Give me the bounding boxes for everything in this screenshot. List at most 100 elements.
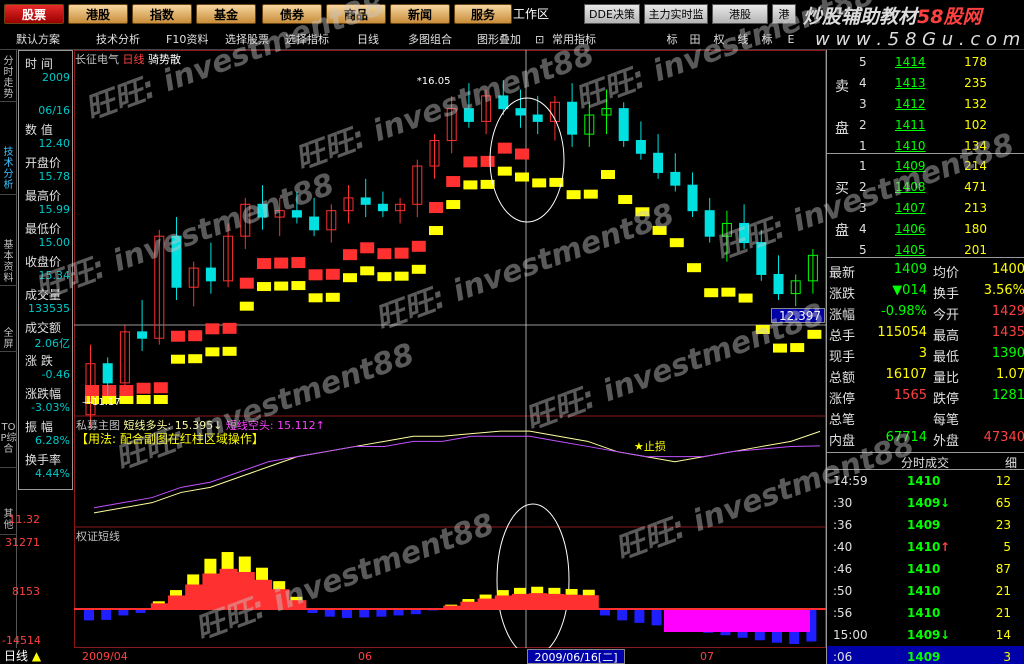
chart-canvas[interactable]: *16.05 —11.17 ★止损 xyxy=(74,50,826,648)
sell-volume: 132 xyxy=(964,97,987,111)
ladder-red-step xyxy=(205,323,220,335)
tick-volume: 14 xyxy=(995,628,1011,642)
e-icon[interactable]: E xyxy=(782,31,800,48)
candle-body xyxy=(377,203,388,212)
tick-row[interactable]: :40 1410 ↑ 5 xyxy=(827,536,1024,558)
buy-row[interactable]: 1 1409 214 xyxy=(827,156,1024,176)
stat-key: 均价 xyxy=(933,266,960,281)
ladder-red-step xyxy=(257,258,271,270)
ladder-red-step xyxy=(119,385,134,396)
sell-row[interactable]: 3 1412 132 xyxy=(827,94,1024,114)
ladder-yellow-step xyxy=(755,324,770,334)
info-value: 2009 xyxy=(42,71,70,84)
nav-news-button[interactable]: 新闻 xyxy=(390,4,450,24)
nav-stock-button[interactable]: 股票 xyxy=(4,4,64,24)
sell-row[interactable]: 2 1411 102 xyxy=(827,115,1024,135)
workspace-label[interactable]: 工作区 xyxy=(513,4,563,24)
vtab-basic-info[interactable]: 基本资料 xyxy=(0,238,17,286)
buy-volume: 471 xyxy=(964,180,987,194)
multi-chart-menu[interactable]: 多图组合 xyxy=(408,31,452,48)
vtab-intraday[interactable]: 分时走势 xyxy=(0,54,17,102)
tick-row[interactable]: :56 1410 21 xyxy=(827,602,1024,624)
dde-decision-button[interactable]: DDE决策 xyxy=(584,4,640,24)
ladder-yellow-step xyxy=(635,207,650,217)
buy-row[interactable]: 5 1405 201 xyxy=(827,240,1024,260)
select-stock-menu[interactable]: 选择股票 xyxy=(225,31,269,48)
histogram-bar-red xyxy=(168,595,186,608)
histogram-bar-red xyxy=(150,603,169,608)
tick-row[interactable]: :30 1409 ↓ 65 xyxy=(827,492,1024,514)
ladder-red-step xyxy=(85,385,99,396)
nav-service-button[interactable]: 服务 xyxy=(454,4,512,24)
ladder-red-step xyxy=(394,247,409,259)
histogram-bar-red xyxy=(254,579,272,608)
info-key: 数 值 xyxy=(25,123,53,137)
default-scheme-menu[interactable]: 默认方案 xyxy=(16,31,60,48)
indicator1-usage-note: 【用法: 配合副图在红柱区域操作】 xyxy=(76,432,264,446)
stat-value: 1390 xyxy=(991,346,1024,361)
kline-chart[interactable]: *16.05 —11.17 ★止损 长征电气 日线 骑势散 私募主图 短线多头: 1… xyxy=(2,50,826,664)
mark-icon[interactable]: 标 xyxy=(663,31,681,48)
f10-menu[interactable]: F10资料 xyxy=(166,31,208,48)
x-label-april: 2009/04 xyxy=(82,650,128,663)
ticks-header: 分时成交 细 xyxy=(827,452,1024,470)
period-tab[interactable]: 日线 ▲ xyxy=(0,648,80,664)
sell-row[interactable]: 5 1414 178 xyxy=(827,52,1024,72)
tick-row[interactable]: :06 1409 3 xyxy=(827,646,1024,664)
tick-row[interactable]: :36 1409 23 xyxy=(827,514,1024,536)
sell-index: 4 xyxy=(859,76,867,90)
common-indicator-menu[interactable]: 常用指标 xyxy=(552,31,596,48)
grid-icon[interactable]: 田 xyxy=(686,31,704,48)
nav-fund-button[interactable]: 基金 xyxy=(196,4,256,24)
info-value: 12.40 xyxy=(38,137,71,150)
sell-row[interactable]: 1 1410 134 xyxy=(827,136,1024,156)
period-menu[interactable]: 日线 xyxy=(357,31,379,48)
overlay-menu[interactable]: 图形叠加 xyxy=(477,31,521,48)
nav-hk-button[interactable]: 港股 xyxy=(68,4,128,24)
info-value: 15.78 xyxy=(38,170,71,183)
sell-row[interactable]: 4 1413 235 xyxy=(827,73,1024,93)
histogram-magenta-block xyxy=(664,608,810,632)
buy-row[interactable]: 3 1407 213 xyxy=(827,198,1024,218)
nav-commodity-button[interactable]: 商品 xyxy=(326,4,386,24)
select-indicator-menu[interactable]: 选择指标 xyxy=(285,31,329,48)
stat-value: ▼014 xyxy=(892,283,927,298)
rights-icon[interactable]: 权 xyxy=(710,31,728,48)
mark2-icon[interactable]: 标 xyxy=(758,31,776,48)
main-monitor-button[interactable]: 主力实时监 xyxy=(644,4,708,24)
ladder-yellow-step xyxy=(377,272,392,282)
tick-row[interactable]: 14:59 1410 12 xyxy=(827,470,1024,492)
ladder-red-step xyxy=(171,330,185,342)
tick-row[interactable]: 15:00 1409 ↓ 14 xyxy=(827,624,1024,646)
low-price-label: —11.17 xyxy=(82,397,121,408)
line-icon[interactable]: 线 xyxy=(734,31,752,48)
vtab-technical[interactable]: 技术分析 xyxy=(0,145,17,195)
buy-row[interactable]: 4 1406 180 xyxy=(827,219,1024,239)
histogram-bar-red xyxy=(185,584,204,608)
ladder-red-step xyxy=(222,322,237,334)
ladder-red-step xyxy=(308,269,323,281)
nav-bond-button[interactable]: 债券 xyxy=(262,4,322,24)
info-value: 6.28% xyxy=(35,434,70,447)
lock-icon[interactable]: ⊡ xyxy=(535,31,544,48)
candle-body xyxy=(756,242,767,275)
tick-row[interactable]: :46 1410 87 xyxy=(827,558,1024,580)
buy-volume: 201 xyxy=(964,243,987,257)
tech-analysis-menu[interactable]: 技术分析 xyxy=(96,31,140,48)
sell-index: 2 xyxy=(859,118,867,132)
hk-tool-button-2[interactable]: 港 xyxy=(772,4,796,24)
vtab-top[interactable]: TOP综合 xyxy=(0,420,17,468)
highlight-ellipse-bottom xyxy=(496,503,570,648)
buy-price: 1407 xyxy=(895,201,926,215)
hk-tool-button[interactable]: 港股 xyxy=(712,4,768,24)
nav-index-button[interactable]: 指数 xyxy=(132,4,192,24)
buy-row[interactable]: 2 1408 471 xyxy=(827,177,1024,197)
tick-price: 1410 xyxy=(907,562,941,576)
ticks-detail-button[interactable]: 细 xyxy=(1005,454,1017,471)
ladder-yellow-step xyxy=(515,172,529,182)
tick-row[interactable]: :50 1410 21 xyxy=(827,580,1024,602)
ind2-ylabel-top: 31271 xyxy=(5,536,40,549)
buy-price: 1405 xyxy=(895,243,926,257)
histogram-bar-red xyxy=(288,600,307,608)
vtab-fullscreen[interactable]: 全屏 xyxy=(0,326,17,352)
